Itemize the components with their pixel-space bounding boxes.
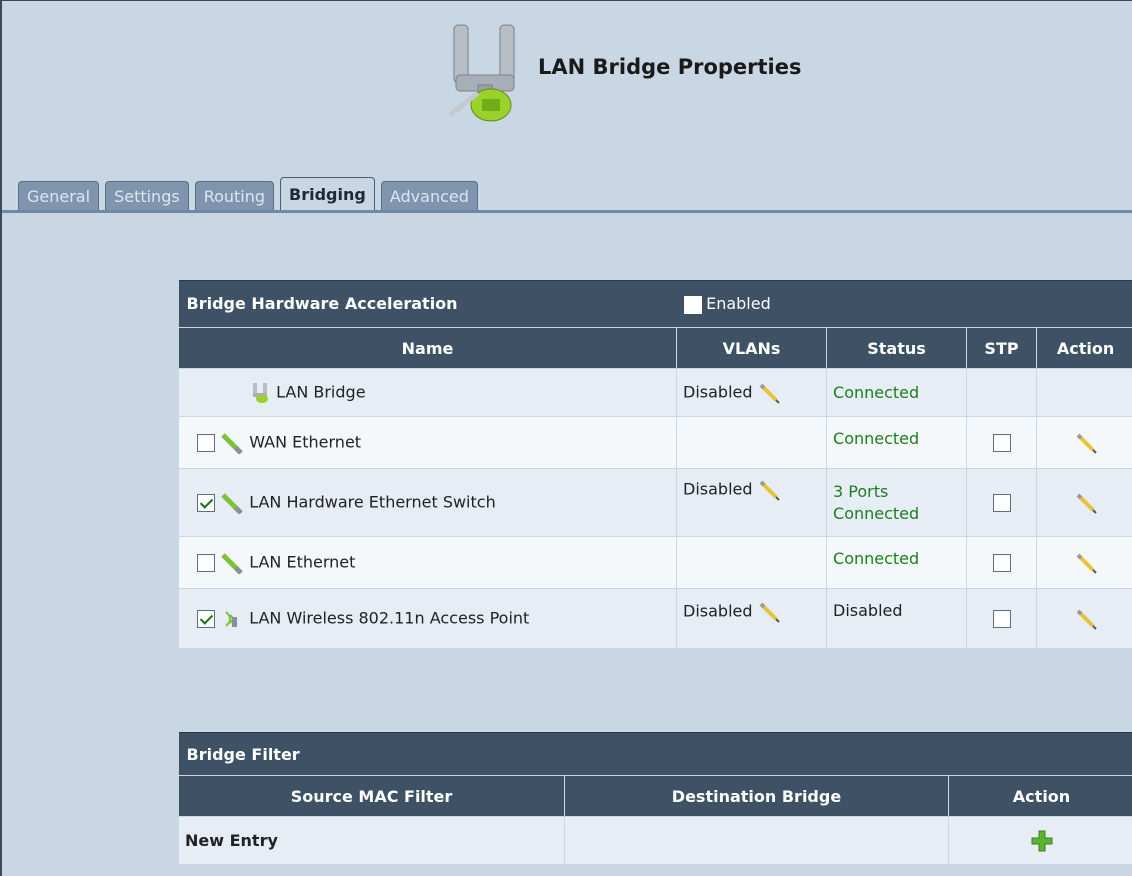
add-icon[interactable]: [1030, 829, 1054, 853]
new-entry-link[interactable]: New Entry: [178, 816, 565, 865]
vlans-value: Disabled: [683, 601, 753, 621]
edit-pencil-icon[interactable]: [758, 479, 780, 501]
bridge-table: Bridge Hardware Acceleration Enabled Nam…: [178, 280, 1132, 649]
ethernet-cable-icon: [221, 552, 243, 574]
ethernet-cable-icon: [221, 432, 243, 454]
status-value: Connected: [826, 416, 968, 469]
edit-pencil-icon[interactable]: [1075, 432, 1097, 454]
hw-accel-enabled-label: Enabled: [706, 294, 771, 314]
row-checkbox[interactable]: [197, 433, 215, 452]
hw-accel-enabled-checkbox[interactable]: [684, 295, 703, 314]
interface-name: LAN Bridge: [276, 382, 366, 401]
table-row: LAN Wireless 802.11n Access Point Disabl…: [178, 588, 1132, 649]
edit-pencil-icon[interactable]: [1075, 552, 1097, 574]
status-value: Connected: [826, 536, 968, 589]
col-filter-action: Action: [948, 775, 1132, 817]
status-value: Connected: [833, 503, 920, 523]
wireless-icon: [225, 610, 238, 627]
tab-general[interactable]: General: [18, 181, 100, 211]
vlans-value: Disabled: [683, 382, 753, 401]
table-row: LAN Ethernet Connected: [178, 536, 1132, 589]
interface-name: WAN Ethernet: [249, 432, 362, 451]
tab-advanced[interactable]: Advanced: [380, 181, 478, 211]
row-checkbox[interactable]: [197, 553, 215, 572]
page-header: LAN Bridge Properties: [442, 19, 801, 139]
tab-divider: [2, 210, 1132, 213]
table-row: LAN Hardware Ethernet Switch Disabled 3 …: [178, 468, 1132, 537]
row-checkbox[interactable]: [197, 493, 215, 512]
interface-name: LAN Hardware Ethernet Switch: [249, 492, 496, 511]
col-source-mac: Source MAC Filter: [178, 775, 565, 817]
edit-pencil-icon[interactable]: [758, 601, 780, 623]
ethernet-cable-icon: [221, 492, 243, 514]
row-checkbox[interactable]: [197, 609, 215, 628]
edit-pencil-icon[interactable]: [1075, 608, 1097, 630]
tab-settings[interactable]: Settings: [105, 181, 189, 211]
col-status: Status: [826, 327, 968, 369]
bridge-filter-title: Bridge Filter: [178, 732, 1132, 776]
page-frame: LAN Bridge Properties General Settings R…: [0, 0, 1132, 876]
status-value: Disabled: [826, 588, 968, 649]
interface-name: LAN Wireless 802.11n Access Point: [249, 608, 530, 627]
stp-checkbox[interactable]: [992, 610, 1011, 629]
col-stp: STP: [966, 327, 1038, 369]
table-row: New Entry: [178, 816, 1132, 865]
table-row: WAN Ethernet Connected: [178, 416, 1132, 469]
bridge-filter-table: Bridge Filter Source MAC Filter Destinat…: [178, 732, 1132, 865]
col-action: Action: [1036, 327, 1132, 369]
stp-checkbox[interactable]: [992, 554, 1011, 573]
edit-pencil-icon[interactable]: [1075, 492, 1097, 514]
tab-bridging[interactable]: Bridging: [280, 177, 375, 211]
col-vlans: VLANs: [675, 327, 828, 369]
interface-name: LAN Ethernet: [249, 552, 356, 571]
tab-routing[interactable]: Routing: [194, 181, 275, 211]
bridge-icon: [253, 382, 268, 403]
stp-checkbox[interactable]: [992, 494, 1011, 513]
filter-table-header-row: Source MAC Filter Destination Bridge Act…: [178, 775, 1132, 817]
bridge-icon: [448, 24, 515, 122]
status-ports: 3 Ports: [833, 481, 889, 501]
col-destination-bridge: Destination Bridge: [564, 775, 949, 817]
page-title: LAN Bridge Properties: [538, 55, 802, 79]
table-row: LAN Bridge Disabled Connected: [178, 368, 1132, 417]
tab-bar: General Settings Routing Bridging Advanc…: [18, 175, 484, 211]
bridge-table-header-row: Name VLANs Status STP Action: [178, 327, 1132, 369]
col-name: Name: [178, 327, 677, 369]
status-value: Connected: [826, 368, 968, 417]
stp-checkbox[interactable]: [992, 434, 1011, 453]
bridge-table-title: Bridge Hardware Acceleration: [186, 294, 458, 314]
edit-pencil-icon[interactable]: [758, 382, 780, 404]
vlans-value: Disabled: [683, 479, 753, 499]
